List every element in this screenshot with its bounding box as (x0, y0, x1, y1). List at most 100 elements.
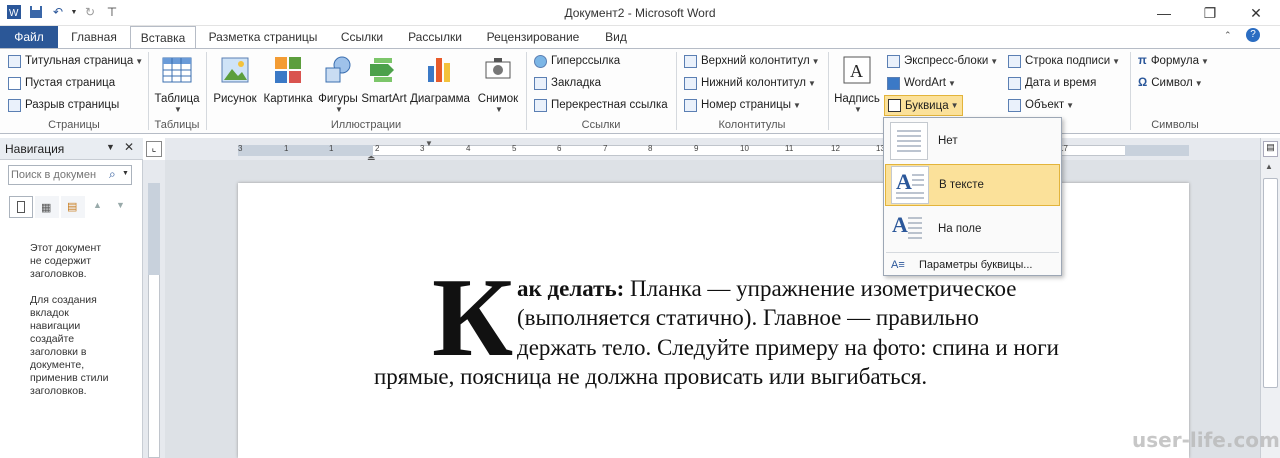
nav-message-instructions: Для создания вкладок навигации создайте … (30, 294, 109, 397)
first-line-indent-marker[interactable]: ▼ (425, 139, 433, 148)
ruler-number: 12 (831, 144, 840, 153)
object-button[interactable]: Объект ▼ (1008, 95, 1074, 115)
window-title: Документ2 - Microsoft Word (564, 6, 716, 20)
nav-prev-icon[interactable]: ▲ (93, 200, 102, 210)
scroll-thumb[interactable] (1263, 178, 1278, 388)
ruler-number: 1 (284, 144, 289, 153)
nav-search-input[interactable] (11, 168, 107, 182)
group-separator (828, 52, 829, 130)
page-break-button[interactable]: Разрыв страницы (8, 95, 119, 115)
dropcap-button[interactable]: Буквица ▼ (884, 95, 963, 116)
scroll-up-icon[interactable]: ▲ (1265, 162, 1273, 171)
tab-insert[interactable]: Вставка (130, 26, 196, 49)
minimize-button[interactable]: — (1141, 0, 1187, 26)
bookmark-icon (534, 76, 547, 90)
screenshot-button[interactable]: Снимок ▼ (472, 52, 524, 118)
nav-tab-headings[interactable] (9, 196, 33, 218)
dropcap-intext-option[interactable]: A В тексте (885, 164, 1060, 206)
doc-line-4: прямые, поясница не должна провисать или… (374, 364, 928, 389)
nav-close-icon[interactable]: ✕ (124, 140, 134, 154)
smartart-icon (370, 58, 394, 82)
hyperlink-icon (534, 54, 547, 68)
tab-layout[interactable]: Разметка страницы (201, 26, 325, 48)
dropcap-none-icon (890, 122, 928, 160)
ruler-number: 3 (420, 144, 425, 153)
tab-file[interactable]: Файл (0, 26, 58, 48)
textbox-button[interactable]: A Надпись ▼ (832, 52, 882, 118)
hyperlink-button[interactable]: Гиперссылка (534, 51, 620, 71)
dropcap-menu: Нет A В тексте A На поле A≡ Параметры бу… (883, 117, 1062, 276)
dropcap-intext-icon: A (891, 166, 929, 204)
ruler-number: 4 (466, 144, 471, 153)
date-time-button[interactable]: Дата и время (1008, 73, 1096, 93)
footer-button[interactable]: Нижний колонтитул ▼ (684, 73, 816, 93)
tab-selector[interactable]: ⌞ (146, 141, 162, 157)
ruler-number: 9 (694, 144, 699, 153)
dropcap-margin-icon: A (890, 210, 928, 248)
cover-page-button[interactable]: Титульная страница ▼ (8, 51, 143, 71)
doc-line-3: держать тело. Следуйте примеру на фото: … (517, 335, 1059, 360)
clipart-button[interactable]: Картинка (260, 52, 316, 118)
close-button[interactable]: ✕ (1233, 0, 1279, 26)
omega-icon: Ω (1138, 77, 1148, 89)
ruler-number: 8 (648, 144, 653, 153)
tab-view[interactable]: Вид (594, 26, 638, 48)
header-icon (684, 54, 697, 68)
page-break-icon (8, 98, 21, 112)
quick-parts-button[interactable]: Экспресс-блоки ▼ (887, 51, 998, 71)
collapse-ribbon-icon[interactable]: ⌃ (1224, 30, 1232, 41)
dropcap-margin-option[interactable]: A На поле (885, 208, 1060, 250)
nav-tab-pages[interactable]: ▦ (35, 196, 59, 218)
nav-tab-results[interactable]: ▤ (61, 196, 85, 218)
header-button[interactable]: Верхний колонтитул ▼ (684, 51, 820, 71)
blank-page-button[interactable]: Пустая страница (8, 73, 115, 93)
picture-button[interactable]: Рисунок (210, 52, 260, 118)
tab-home[interactable]: Главная (63, 26, 125, 48)
dropcap-options-item[interactable]: A≡ Параметры буквицы... (885, 255, 1060, 275)
ruler-number: 1 (329, 144, 334, 153)
doc-line-1: ак делать: Планка — упражнение изометрич… (517, 276, 1017, 301)
ruler-toggle-icon[interactable]: ▤ (1263, 141, 1278, 157)
signature-icon (1008, 54, 1021, 68)
nav-menu-icon[interactable]: ▼ (106, 142, 115, 152)
dropcap-none-option[interactable]: Нет (885, 120, 1060, 162)
quick-parts-icon (887, 54, 900, 68)
doc-line-2: (выполняется статично). Главное — правил… (517, 305, 979, 330)
maximize-button[interactable]: ❐ (1187, 0, 1233, 26)
nav-search-box[interactable]: ⌕ ▼ (8, 165, 132, 185)
cross-reference-button[interactable]: Перекрестная ссылка (534, 95, 668, 115)
tab-mailings[interactable]: Рассылки (398, 26, 472, 48)
ruler-right-margin (1125, 145, 1189, 156)
tab-references[interactable]: Ссылки (330, 26, 394, 48)
ruler-number: 7 (603, 144, 608, 153)
page-number-button[interactable]: Номер страницы ▼ (684, 95, 801, 115)
dropcap-icon (888, 99, 901, 112)
symbol-button[interactable]: Ω Символ ▼ (1138, 73, 1203, 93)
chart-button[interactable]: Диаграмма (408, 52, 472, 118)
table-button[interactable]: Таблица ▼ (152, 52, 202, 118)
page-number-icon (684, 98, 697, 112)
nav-next-icon[interactable]: ▼ (116, 200, 125, 210)
help-icon[interactable]: ? (1246, 28, 1260, 42)
wordart-button[interactable]: WordArt ▼ (887, 73, 956, 93)
table-icon (162, 57, 192, 83)
signature-line-button[interactable]: Строка подписи ▼ (1008, 51, 1120, 71)
equation-button[interactable]: π Формула ▼ (1138, 51, 1209, 71)
search-icon[interactable]: ⌕ (109, 167, 116, 182)
calendar-icon (1008, 76, 1021, 90)
textbox-icon: A (843, 56, 871, 84)
doc-bold-lead: ак делать: (517, 276, 625, 301)
ruler-number: 3 (238, 144, 243, 153)
shapes-button[interactable]: Фигуры ▼ (316, 52, 360, 118)
smartart-button[interactable]: SmartArt (360, 52, 408, 118)
group-label-illustrations: Иллюстрации (330, 119, 402, 131)
pi-icon: π (1138, 55, 1147, 67)
dropcap-letter: К (432, 256, 514, 380)
ruler-number: 5 (512, 144, 517, 153)
search-dropdown-icon[interactable]: ▼ (122, 170, 129, 177)
bookmark-button[interactable]: Закладка (534, 73, 601, 93)
svg-text:A: A (892, 212, 908, 237)
svg-text:A: A (850, 61, 863, 81)
blank-page-icon (8, 76, 21, 90)
tab-review[interactable]: Рецензирование (477, 26, 589, 48)
